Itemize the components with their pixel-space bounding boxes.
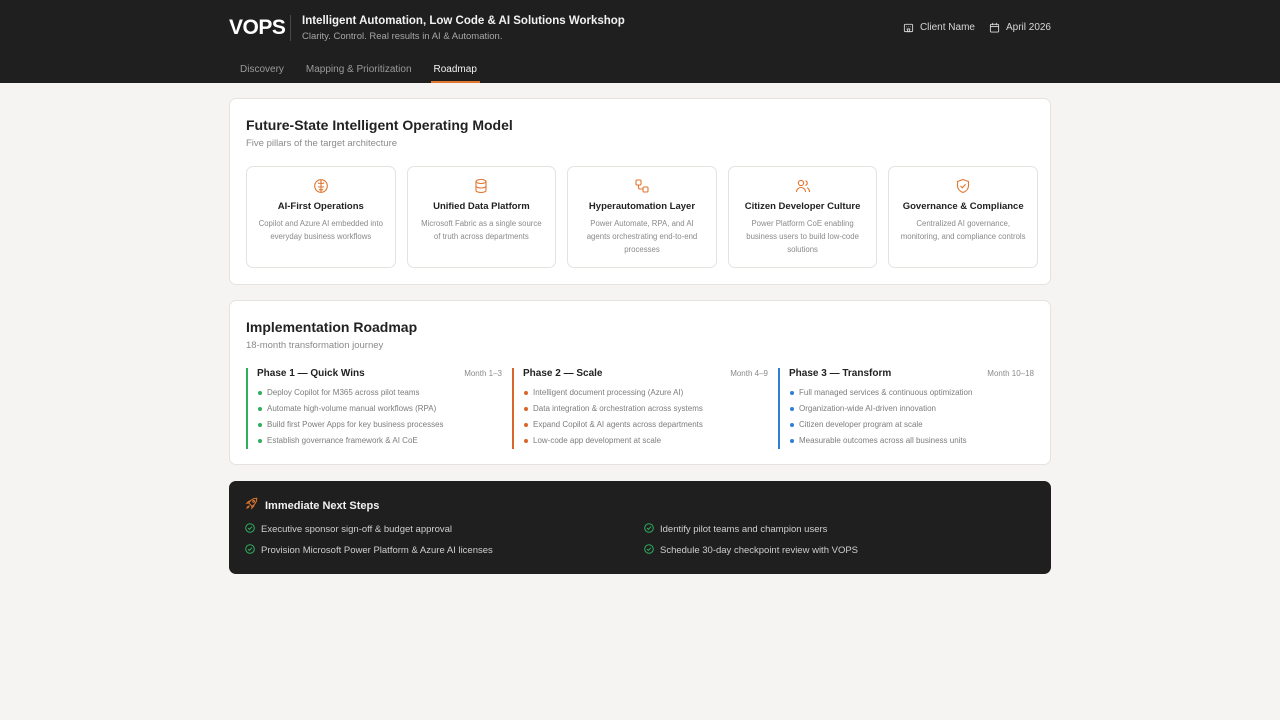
pillar-card: Citizen Developer Culture Power Platform… [727,166,878,268]
phase-items: Full managed services & continuous optim… [789,385,1034,449]
top-bar: VOPS Intelligent Automation, Low Code & … [0,0,1280,83]
list-item: Automate high-volume manual workflows (R… [257,401,502,417]
phase-name: Phase 2 — Scale [523,368,603,379]
rocket-icon [245,497,258,515]
phase-3: Phase 3 — Transform Month 10–18 Full man… [778,368,1034,449]
list-item: Identify pilot teams and champion users [644,522,1035,536]
pillar-title: AI-First Operations [277,201,364,212]
client-name: Client Name [919,22,975,33]
pillar-card: Unified Data Platform Microsoft Fabric a… [406,166,557,268]
list-item: Organization-wide AI-driven innovation [789,401,1034,417]
pillar-card: Governance & Compliance Centralized AI g… [888,166,1038,268]
workshop-subtitle: Clarity. Control. Real results in AI & A… [302,31,503,42]
check-circle-icon [245,522,255,536]
tab-bar: Discovery Mapping & Prioritization Roadm… [229,58,488,83]
pillar-description: Power Automate, RPA, and AI agents orche… [586,219,698,254]
phase-months: Month 4–9 [730,369,768,378]
pillar-title: Unified Data Platform [433,201,530,212]
pillar-card: AI-First Operations Copilot and Azure AI… [246,166,396,268]
client-info: Client Name [903,22,975,33]
list-item: Establish governance framework & AI CoE [257,433,502,449]
pillar-description: Power Platform CoE enabling business use… [746,219,859,254]
database-icon [408,178,556,194]
list-item: Low-code app development at scale [523,433,768,449]
check-circle-icon [245,543,255,557]
tab-discovery[interactable]: Discovery [229,58,295,83]
next-steps-header: Immediate Next Steps [245,497,379,515]
operating-model-subtitle: Five pillars of the target architecture [246,138,398,149]
list-item: Schedule 30-day checkpoint review with V… [644,543,1035,557]
phase-months: Month 1–3 [464,369,502,378]
pillar-description: Copilot and Azure AI embedded into every… [258,219,383,241]
next-steps-list: Executive sponsor sign-off & budget appr… [245,522,1035,557]
phase-2: Phase 2 — Scale Month 4–9 Intelligent do… [512,368,768,449]
tab-mapping-prioritization[interactable]: Mapping & Prioritization [295,58,423,83]
phase-months: Month 10–18 [987,369,1034,378]
pillar-card: Hyperautomation Layer Power Automate, RP… [567,166,717,268]
step-label: Schedule 30-day checkpoint review with V… [660,544,859,556]
next-steps-title: Immediate Next Steps [265,500,380,512]
list-item: Deploy Copilot for M365 across pilot tea… [257,385,502,401]
pillar-description: Centralized AI governance, monitoring, a… [900,219,1026,241]
operating-model-title: Future-State Intelligent Operating Model [246,117,513,133]
phase-list: Phase 1 — Quick Wins Month 1–3 Deploy Co… [246,368,1034,449]
pillar-title: Citizen Developer Culture [744,201,861,212]
building-icon [903,22,914,33]
tab-roadmap[interactable]: Roadmap [423,58,488,83]
workshop-title: Intelligent Automation, Low Code & AI So… [302,15,625,27]
brand-divider [290,15,291,41]
list-item: Measurable outcomes across all business … [789,433,1034,449]
check-circle-icon [644,522,654,536]
pillar-description: Microsoft Fabric as a single source of t… [421,219,542,241]
pillar-list: AI-First Operations Copilot and Azure AI… [246,166,1038,268]
list-item: Executive sponsor sign-off & budget appr… [245,522,644,536]
step-label: Identify pilot teams and champion users [660,523,828,535]
phase-items: Intelligent document processing (Azure A… [523,385,768,449]
shield-check-icon [889,178,1037,194]
brain-icon [247,178,395,194]
roadmap-title: Implementation Roadmap [246,319,418,335]
phase-name: Phase 1 — Quick Wins [257,368,365,379]
list-item: Build first Power Apps for key business … [257,417,502,433]
calendar-icon [989,22,1000,33]
pillar-title: Hyperautomation Layer [588,201,696,212]
check-circle-icon [644,543,654,557]
step-label: Provision Microsoft Power Platform & Azu… [261,544,493,556]
list-item: Provision Microsoft Power Platform & Azu… [245,543,644,557]
workflow-icon [568,178,716,194]
list-item: Citizen developer program at scale [789,417,1034,433]
phase-items: Deploy Copilot for M365 across pilot tea… [257,385,502,449]
brand-logo: VOPS [229,16,286,39]
list-item: Expand Copilot & AI agents across depart… [523,417,768,433]
phase-1: Phase 1 — Quick Wins Month 1–3 Deploy Co… [246,368,502,449]
phase-name: Phase 3 — Transform [789,368,892,379]
operating-model-card: Future-State Intelligent Operating Model… [229,98,1051,285]
pillar-title: Governance & Compliance [902,201,1024,212]
list-item: Full managed services & continuous optim… [789,385,1034,401]
list-item: Data integration & orchestration across … [523,401,768,417]
roadmap-card: Implementation Roadmap 18-month transfor… [229,300,1051,465]
users-icon [729,178,877,194]
date-label: April 2026 [1005,22,1051,33]
step-label: Executive sponsor sign-off & budget appr… [261,523,452,535]
roadmap-subtitle: 18-month transformation journey [246,340,384,351]
date-info: April 2026 [989,22,1051,33]
header-meta: Client Name April 2026 [903,22,1051,33]
list-item: Intelligent document processing (Azure A… [523,385,768,401]
next-steps-panel: Immediate Next Steps Executive sponsor s… [229,481,1051,574]
